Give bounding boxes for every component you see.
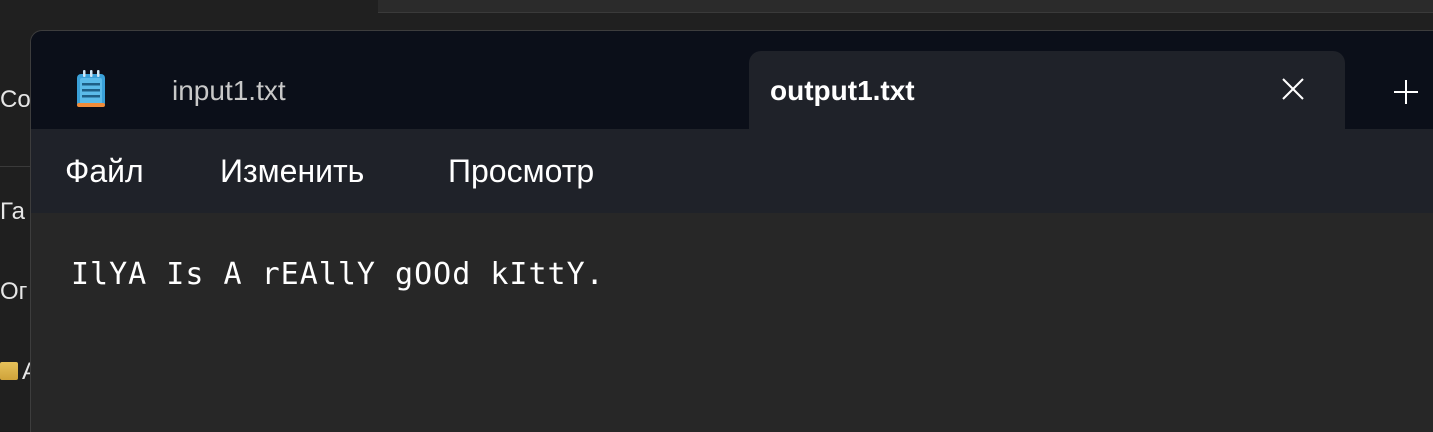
background-divider bbox=[0, 166, 30, 167]
tab-label: output1.txt bbox=[770, 75, 915, 106]
background-sidebar-text-3: Ог bbox=[0, 278, 28, 305]
background-sidebar-text-1: Соз bbox=[0, 86, 30, 113]
menu-bar: Файл Изменить Просмотр bbox=[31, 129, 1433, 213]
background-window-strip bbox=[378, 0, 1433, 13]
tab-input1[interactable]: input1.txt bbox=[131, 51, 431, 129]
title-bar: input1.txt output1.txt bbox=[31, 31, 1433, 129]
background-explorer-sidebar: Соз Га Ог А bbox=[0, 30, 38, 431]
editor-content: IlYA Is A rEAllY gOOd kIttY. bbox=[71, 257, 605, 292]
notepad-window: input1.txt output1.txt Файл Изменить Про… bbox=[30, 30, 1433, 432]
plus-icon[interactable] bbox=[1391, 77, 1421, 107]
menu-file[interactable]: Файл bbox=[65, 153, 144, 190]
menu-edit[interactable]: Изменить bbox=[220, 153, 364, 190]
close-icon[interactable] bbox=[1279, 75, 1307, 103]
folder-icon bbox=[0, 362, 18, 380]
text-editor-area[interactable]: IlYA Is A rEAllY gOOd kIttY. bbox=[31, 213, 1433, 432]
notepad-icon bbox=[77, 70, 105, 107]
tab-output1[interactable]: output1.txt bbox=[749, 51, 1345, 129]
menu-view[interactable]: Просмотр bbox=[448, 153, 594, 190]
tab-label: input1.txt bbox=[172, 75, 286, 106]
background-sidebar-text-2: Га bbox=[0, 198, 25, 225]
